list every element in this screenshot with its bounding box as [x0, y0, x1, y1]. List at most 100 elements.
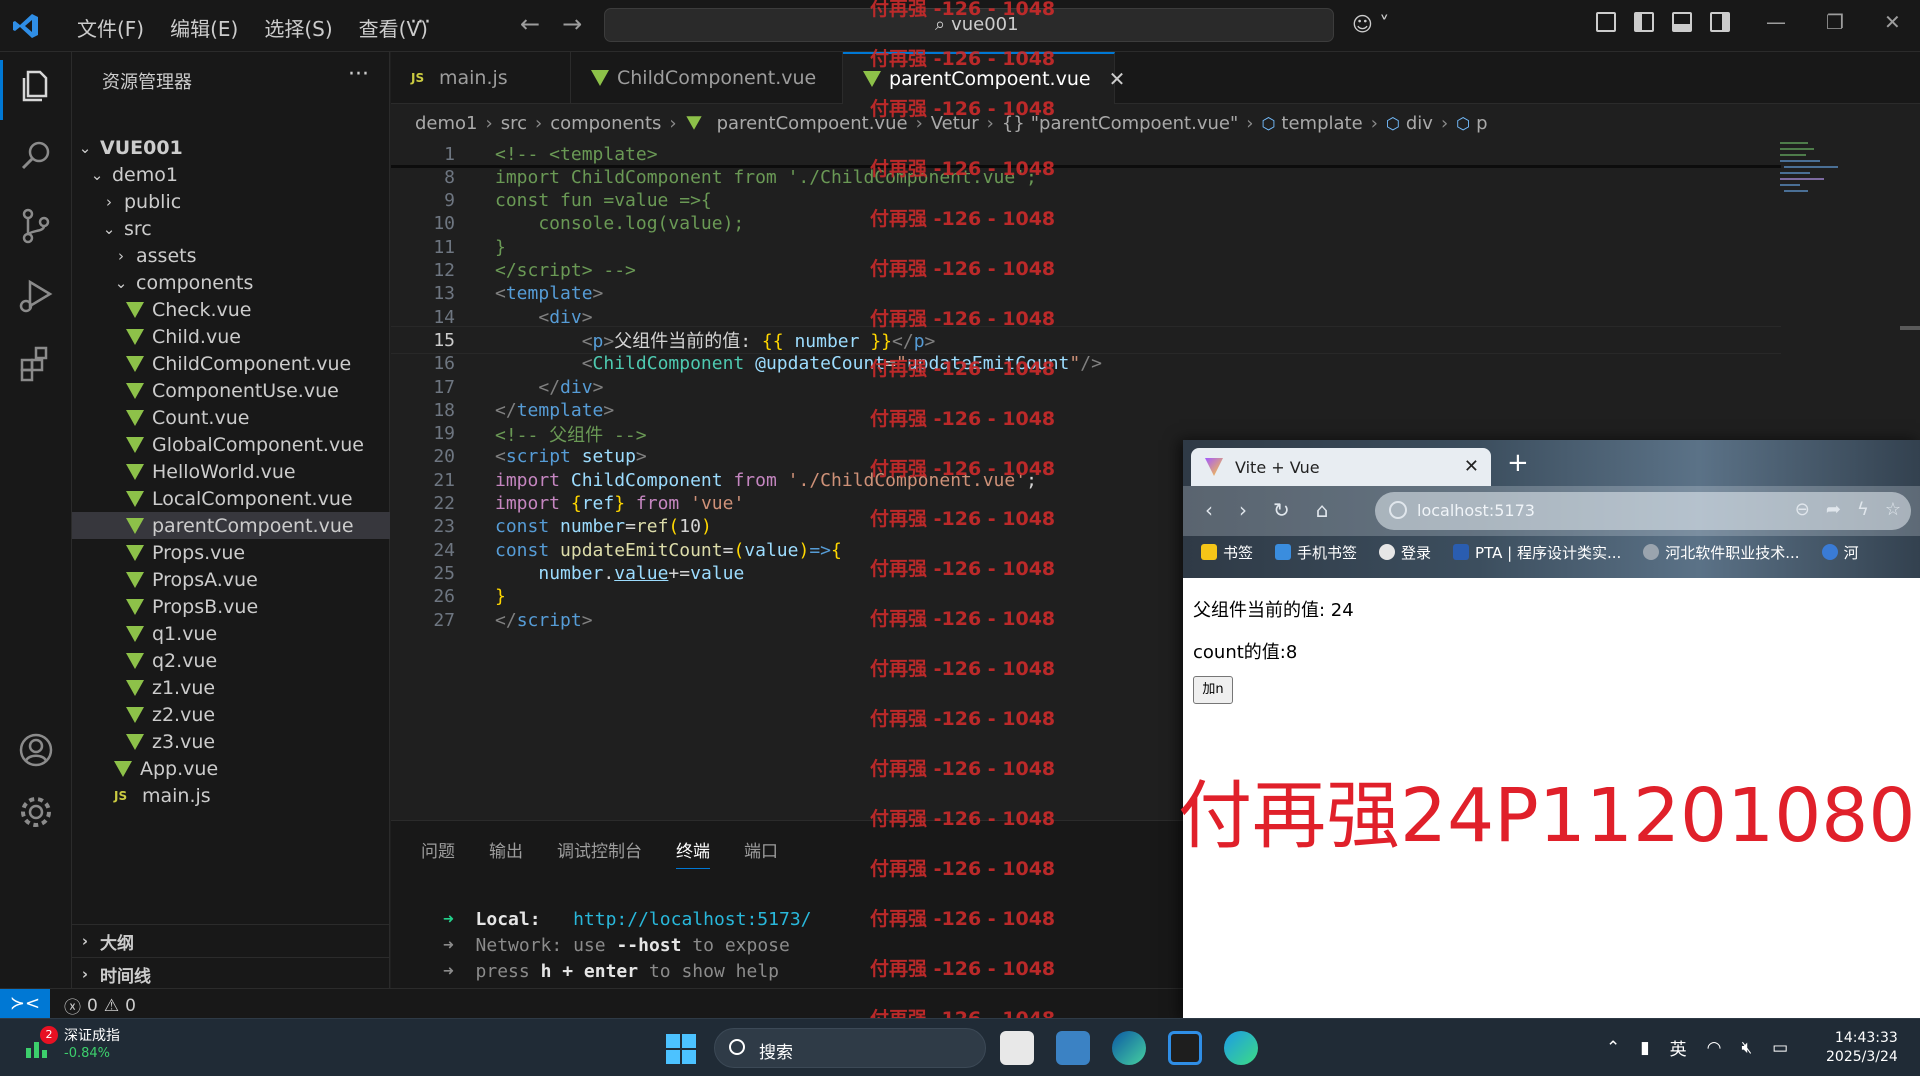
maximize-icon[interactable]: ❐	[1826, 10, 1844, 34]
new-tab-icon[interactable]: +	[1507, 448, 1529, 478]
home-icon[interactable]: ⌂	[1316, 498, 1329, 522]
tree-item[interactable]: GlobalComponent.vue	[72, 431, 390, 458]
copilot-icon[interactable]: ☺ ˅	[1352, 12, 1389, 36]
terminal-output[interactable]: ➜ Local: http://localhost:5173/ ➜ Networ…	[443, 907, 812, 985]
bookmark-item[interactable]: 河	[1821, 542, 1859, 563]
forward-icon[interactable]: ›	[1239, 498, 1247, 522]
problems-indicator[interactable]: ⓧ 0 ⚠ 0	[64, 993, 136, 1019]
tree-item[interactable]: ⌄ demo1	[72, 161, 390, 188]
menu-file[interactable]: 文件(F)	[64, 13, 157, 42]
explorer-more-button[interactable]: ···	[348, 62, 369, 87]
bookmark-item[interactable]: 书签	[1201, 542, 1253, 563]
tree-item[interactable]: ChildComponent.vue	[72, 350, 390, 377]
tab-debug-console[interactable]: 调试控制台	[557, 837, 642, 869]
wifi-icon[interactable]: ◠	[1707, 1038, 1722, 1058]
remote-indicator-icon[interactable]: ≻<	[0, 989, 50, 1019]
accounts-icon[interactable]	[14, 728, 58, 772]
tree-item[interactable]: z3.vue	[72, 728, 390, 755]
tree-item[interactable]: ⌄ src	[72, 215, 390, 242]
mute-icon[interactable]: 🔇︎	[1741, 1038, 1752, 1058]
edge-ai-icon[interactable]	[1224, 1031, 1258, 1065]
clock[interactable]: 14:43:33 2025/3/24	[1826, 1029, 1898, 1067]
tree-item[interactable]: ⌄ components	[72, 269, 390, 296]
tree-item[interactable]: Child.vue	[72, 323, 390, 350]
tab-ports[interactable]: 端口	[744, 837, 778, 869]
back-icon[interactable]: ‹	[1205, 498, 1213, 522]
customize-layout-icon[interactable]	[1596, 12, 1616, 32]
reload-icon[interactable]: ↻	[1273, 498, 1290, 522]
tree-item[interactable]: JS main.js	[72, 782, 390, 809]
vertical-scrollbar[interactable]	[1900, 326, 1920, 330]
close-icon[interactable]: ✕	[1884, 10, 1901, 34]
minimap[interactable]	[1780, 140, 1875, 200]
toggle-sidebar-icon[interactable]	[1634, 12, 1654, 32]
settings-gear-icon[interactable]	[14, 790, 58, 834]
tree-item[interactable]: PropsA.vue	[72, 566, 390, 593]
run-debug-icon[interactable]	[14, 274, 58, 318]
app-icon[interactable]	[1000, 1031, 1034, 1065]
bookmark-item[interactable]: 登录	[1379, 542, 1431, 563]
stock-widget[interactable]: 2 深证成指 -0.84%	[24, 1026, 120, 1063]
tree-item[interactable]: PropsB.vue	[72, 593, 390, 620]
close-tab-icon[interactable]: ✕	[1109, 67, 1126, 91]
forward-arrow-icon[interactable]: →	[562, 10, 582, 38]
breadcrumb-item[interactable]: components	[550, 113, 661, 134]
tree-item[interactable]: LocalComponent.vue	[72, 485, 390, 512]
breadcrumb-item[interactable]: "parentCompoent.vue"	[1031, 113, 1239, 134]
tree-item[interactable]: › assets	[72, 242, 390, 269]
windows-start-icon[interactable]	[666, 1034, 696, 1064]
share-icon[interactable]: ➦	[1826, 499, 1841, 520]
tree-item[interactable]: z1.vue	[72, 674, 390, 701]
back-arrow-icon[interactable]: ←	[520, 10, 540, 38]
star-icon[interactable]: ☆	[1885, 499, 1901, 520]
address-bar[interactable]: localhost:5173 ⊖ ➦ ϟ ☆	[1375, 492, 1911, 530]
tab-childcomponent-vue[interactable]: ChildComponent.vue	[571, 52, 843, 104]
extensions-icon[interactable]	[14, 342, 58, 386]
tree-item[interactable]: HelloWorld.vue	[72, 458, 390, 485]
tab-problems[interactable]: 问题	[421, 837, 455, 869]
bolt-icon[interactable]: ϟ	[1857, 499, 1869, 520]
explorer-icon[interactable]	[14, 64, 58, 108]
tree-item[interactable]: q1.vue	[72, 620, 390, 647]
menu-more-button[interactable]: ···	[410, 10, 431, 35]
zoom-icon[interactable]: ⊖	[1795, 499, 1810, 520]
breadcrumb-item[interactable]: div	[1406, 113, 1433, 134]
tree-item[interactable]: ⌄ VUE001	[72, 134, 390, 161]
menu-edit[interactable]: 编辑(E)	[157, 13, 251, 42]
add-button[interactable]: 加n	[1193, 676, 1233, 704]
tree-item[interactable]: q2.vue	[72, 647, 390, 674]
tab-output[interactable]: 输出	[489, 837, 523, 869]
breadcrumb-item[interactable]: demo1	[415, 113, 478, 134]
minimize-icon[interactable]: —	[1766, 10, 1786, 34]
tab-terminal[interactable]: 终端	[676, 837, 710, 869]
outline-section[interactable]: › 大纲	[72, 924, 390, 957]
terminal-local-url[interactable]: http://localhost:5173/	[573, 909, 811, 930]
tree-item[interactable]: z2.vue	[72, 701, 390, 728]
bookmark-item[interactable]: 手机书签	[1275, 542, 1357, 563]
ime-indicator[interactable]: 英	[1670, 1035, 1687, 1060]
tree-item[interactable]: ComponentUse.vue	[72, 377, 390, 404]
edge-icon[interactable]	[1112, 1031, 1146, 1065]
breadcrumb-item[interactable]: template	[1281, 113, 1362, 134]
tree-item[interactable]: Check.vue	[72, 296, 390, 323]
vscode-icon[interactable]	[1168, 1031, 1202, 1065]
timeline-section[interactable]: › 时间线	[72, 957, 390, 990]
tree-item[interactable]: parentCompoent.vue	[72, 512, 390, 539]
battery-icon[interactable]: ▭	[1772, 1038, 1788, 1058]
bookmark-item[interactable]: 河北软件职业技术...	[1643, 542, 1800, 563]
browser-tab[interactable]: Vite + Vue ✕	[1191, 448, 1491, 486]
tree-item[interactable]: App.vue	[72, 755, 390, 782]
pin-icon[interactable]: ▮	[1640, 1038, 1649, 1058]
search-icon[interactable]	[14, 134, 58, 178]
toggle-secondary-sidebar-icon[interactable]	[1710, 12, 1730, 32]
source-control-icon[interactable]	[14, 204, 58, 248]
close-tab-icon[interactable]: ✕	[1464, 456, 1479, 477]
breadcrumb-item[interactable]: p	[1476, 113, 1487, 134]
tab-main-js[interactable]: JS main.js	[391, 52, 571, 104]
tree-item[interactable]: › public	[72, 188, 390, 215]
tree-item[interactable]: Props.vue	[72, 539, 390, 566]
tree-item[interactable]: Count.vue	[72, 404, 390, 431]
bookmark-item[interactable]: PTA | 程序设计类实...	[1453, 542, 1621, 563]
app-icon[interactable]	[1056, 1031, 1090, 1065]
breadcrumb-item[interactable]: src	[501, 113, 527, 134]
